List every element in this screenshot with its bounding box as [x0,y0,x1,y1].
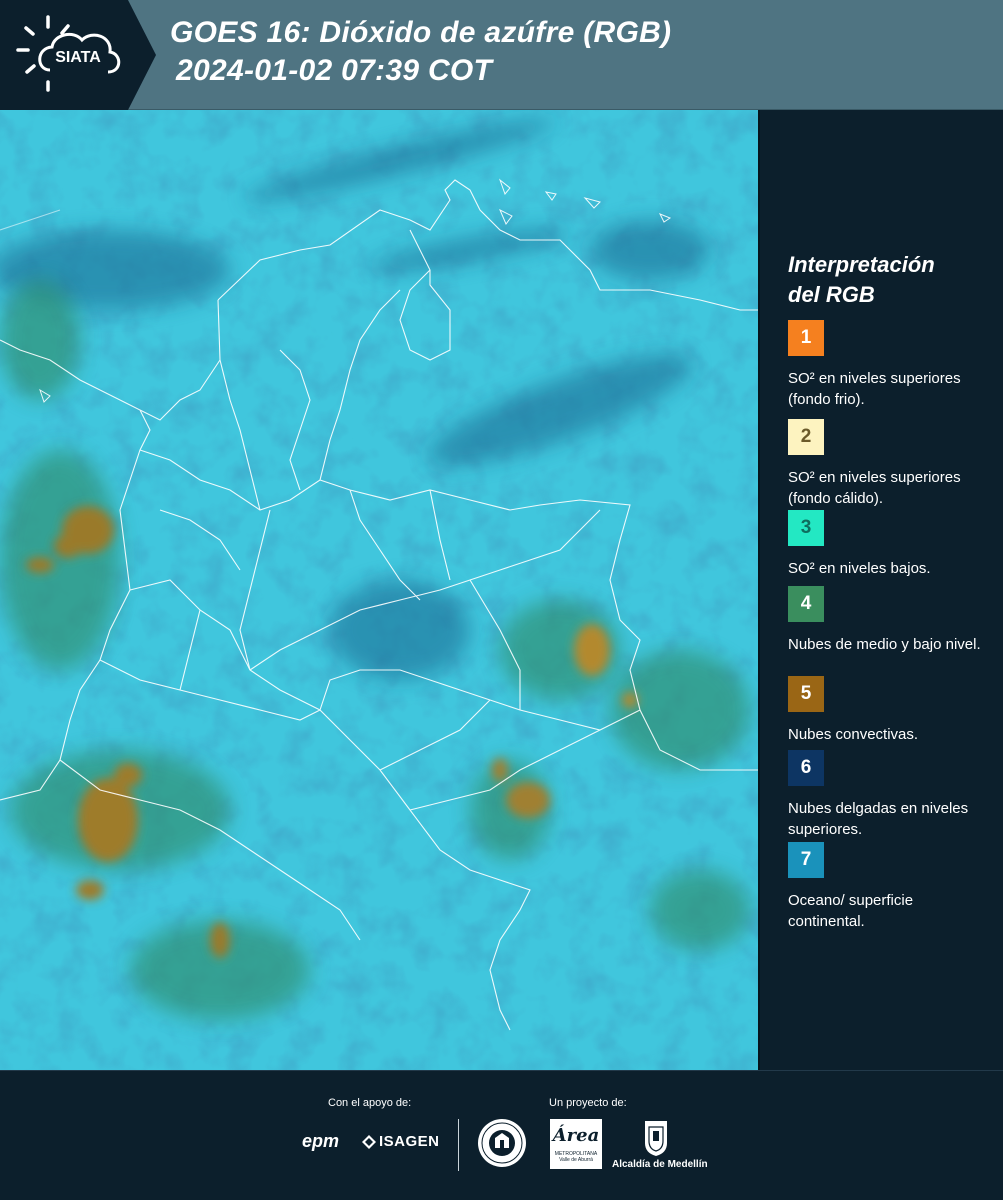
legend-description: Nubes convectivas. [788,726,919,743]
area-metropolitana-logo[interactable]: Área METROPOLITANA Valle de Aburrá [550,1119,602,1169]
isagen-text: ISAGEN [379,1133,440,1150]
epm-logo[interactable]: epm [302,1131,339,1152]
page-title: GOES 16: Dióxido de azúfre (RGB) [170,16,672,49]
so2-rgb-map [0,110,758,1070]
legend-swatch: 2 [788,419,824,455]
legend-description: SO² en niveles superiores (fondo frio). [788,370,961,408]
support-label: Con el apoyo de: [328,1097,412,1109]
legend-description: SO² en niveles bajos. [788,560,931,577]
footer-divider [458,1119,459,1171]
legend-swatch: 1 [788,320,824,356]
isagen-icon [362,1134,376,1149]
legend-description: SO² en niveles superiores (fondo cálido)… [788,469,961,507]
siata-logo-badge: SIATA [0,0,156,110]
legend-item-6: 6 Nubes delgadas en niveles superiores. [788,750,993,840]
legend-description: Nubes de medio y bajo nivel. [788,636,981,653]
legend-item-1: 1 SO² en niveles superiores (fondo frio)… [788,320,993,410]
legend-title-line1: Interpretación [788,252,935,277]
logo-text: SIATA [55,49,101,66]
siata-logo[interactable]: SIATA [0,0,160,110]
legend-item-3: 3 SO² en niveles bajos. [788,510,993,579]
sponsor-footer: Con el apoyo de: Un proyecto de: epm ISA… [0,1070,1003,1200]
legend-item-7: 7 Oceano/ superficie continental. [788,842,993,932]
legend-title-line2: del RGB [788,282,875,307]
area-logo-subtitle: METROPOLITANA Valle de Aburrá [554,1151,598,1163]
legend-swatch: 6 [788,750,824,786]
alcaldia-text: Alcaldía de Medellín [612,1159,708,1170]
legend-swatch: 5 [788,676,824,712]
legend-panel: Interpretación del RGB 1 SO² en niveles … [760,110,1003,1070]
legend-item-4: 4 Nubes de medio y bajo nivel. [788,586,993,655]
legend-swatch: 7 [788,842,824,878]
legend-title: Interpretación del RGB [788,250,988,310]
project-label: Un proyecto de: [549,1097,627,1109]
area-logo-word: Área [552,1125,600,1146]
satellite-map[interactable] [0,110,758,1070]
header-bar: SIATA GOES 16: Dióxido de azúfre (RGB) 2… [0,0,1003,110]
alcaldia-shield-icon[interactable] [643,1119,669,1157]
legend-description: Nubes delgadas en niveles superiores. [788,800,969,838]
legend-item-2: 2 SO² en niveles superiores (fondo cálid… [788,419,993,509]
legend-description: Oceano/ superficie continental. [788,892,914,930]
isagen-logo[interactable]: ISAGEN [362,1133,440,1150]
legend-swatch: 4 [788,586,824,622]
legend-swatch: 3 [788,510,824,546]
legend-item-5: 5 Nubes convectivas. [788,676,993,745]
timestamp: 2024-01-02 07:39 COT [176,54,493,87]
medellin-seal-icon[interactable] [477,1118,527,1168]
